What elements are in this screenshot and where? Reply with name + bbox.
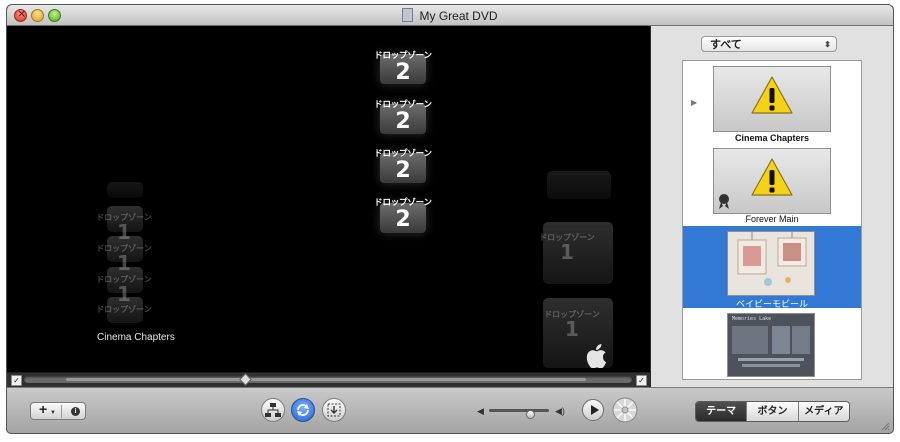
dropzone-edit-icon xyxy=(327,403,341,417)
theme-name: Forever Main xyxy=(745,214,799,224)
tab-media[interactable]: メディア xyxy=(797,402,849,421)
theme-item[interactable]: ▶ Cinema Chapters xyxy=(683,61,861,143)
window-title-wrap: My Great DVD xyxy=(7,8,893,23)
ghost-drop-zone: ドロップゾーン 1 xyxy=(79,243,169,275)
theme-filter-value: すべて xyxy=(710,39,742,51)
panel-tab-group: テーマ ボタン メディア xyxy=(695,401,850,422)
ghost-drop-zone-number: 1 xyxy=(117,282,131,306)
ghost-drop-zone-tile xyxy=(547,171,611,199)
drop-zone-number: 2 xyxy=(395,60,411,85)
app-window: My Great DVD ドロップゾーン 1 ドロップゾーン 1 ドロップゾーン… xyxy=(7,5,893,433)
select-arrows-icon: ⬍ xyxy=(824,40,831,49)
disclosure-triangle-icon[interactable]: ▶ xyxy=(691,98,697,107)
theme-list[interactable]: ▶ Cinema Chapters Forever Main ベイビーモビール … xyxy=(682,60,862,380)
ghost-drop-zone-label: ドロップゾーン xyxy=(96,305,152,314)
ghost-drop-zone-tile xyxy=(107,182,143,198)
volume-control: ◀ ◀) xyxy=(477,404,573,419)
bottom-toolbar: + ▼ i ◀ ◀) テーマ ボタン メディア xyxy=(7,387,893,433)
window-title: My Great DVD xyxy=(419,9,498,23)
info-button[interactable]: i xyxy=(71,407,80,416)
memories-lake-preview xyxy=(728,314,814,376)
loop-arrows-icon xyxy=(297,404,309,416)
theme-sidebar: すべて ⬍ ▶ Cinema Chapters Forever Main ベイビ… xyxy=(650,26,893,387)
hierarchy-icon xyxy=(265,403,281,417)
theme-filter-select[interactable]: すべて ⬍ xyxy=(701,36,837,52)
drop-zone-number: 2 xyxy=(395,158,411,183)
ghost-drop-zone-number: 1 xyxy=(117,220,131,244)
thumbnail-caption: Memories Lake xyxy=(732,316,772,322)
warning-icon xyxy=(751,158,793,196)
ghost-drop-zone: ドロップゾーン xyxy=(79,304,169,315)
award-ribbon-icon xyxy=(719,194,729,209)
drop-zone[interactable]: ドロップゾーン 2 xyxy=(363,98,443,133)
timeline-track[interactable] xyxy=(24,373,632,386)
apple-logo-icon xyxy=(586,344,607,368)
theme-item[interactable]: Forever Main xyxy=(683,143,861,225)
end-checkbox[interactable]: ✓ xyxy=(636,375,647,386)
ghost-drop-zone-number: 1 xyxy=(117,251,131,275)
burn-disc-icon[interactable] xyxy=(611,396,639,424)
theme-name: Cinema Chapters xyxy=(734,133,810,143)
motion-toggle-button[interactable] xyxy=(291,398,315,422)
timeline-range xyxy=(66,378,586,381)
document-icon xyxy=(402,8,414,22)
timeline-bar: ✓ ✓ xyxy=(7,372,650,388)
theme-thumbnail xyxy=(713,148,831,214)
drop-zone[interactable]: ドロップゾーン 2 xyxy=(363,196,443,231)
playhead-handle[interactable] xyxy=(239,373,252,386)
volume-low-icon: ◀ xyxy=(477,406,484,416)
tab-themes[interactable]: テーマ xyxy=(696,402,747,421)
resize-grip-icon[interactable] xyxy=(880,421,890,431)
drop-zone-button[interactable] xyxy=(322,398,346,422)
volume-high-icon: ◀) xyxy=(555,406,565,416)
ghost-drop-zone: ドロップゾーン 1 xyxy=(79,212,169,244)
theme-thumbnail xyxy=(727,231,815,296)
map-view-button[interactable] xyxy=(261,398,285,422)
ghost-drop-zone-number: 1 xyxy=(560,240,574,264)
menu-title[interactable]: Cinema Chapters xyxy=(97,332,175,343)
ghost-drop-zone-number: 1 xyxy=(565,317,579,341)
theme-thumbnail: Memories Lake xyxy=(727,313,815,377)
warning-icon xyxy=(751,76,793,114)
drop-zone[interactable]: ドロップゾーン 2 xyxy=(363,147,443,182)
start-checkbox[interactable]: ✓ xyxy=(11,375,22,386)
volume-knob[interactable] xyxy=(526,410,535,419)
ghost-drop-zone: ドロップゾーン 1 xyxy=(537,232,597,264)
drop-zone-number: 2 xyxy=(395,207,411,232)
add-info-button-group: + ▼ i xyxy=(30,401,86,420)
ghost-drop-zone: ドロップゾーン 1 xyxy=(79,274,169,306)
add-menu-caret-icon[interactable]: ▼ xyxy=(50,410,56,416)
title-bar: My Great DVD xyxy=(7,5,893,26)
theme-item[interactable]: Memories Lake xyxy=(683,308,861,379)
theme-thumbnail xyxy=(713,66,831,132)
drop-zone-number: 2 xyxy=(395,109,411,134)
divider xyxy=(61,405,62,418)
drop-zone[interactable]: ドロップゾーン 2 xyxy=(363,49,443,84)
theme-item-selected[interactable]: ベイビーモビール xyxy=(683,226,861,309)
menu-preview-stage[interactable]: ドロップゾーン 1 ドロップゾーン 1 ドロップゾーン 1 ドロップゾーン 1 … xyxy=(7,26,650,372)
volume-slider[interactable] xyxy=(489,409,549,419)
play-preview-button[interactable] xyxy=(582,399,604,421)
add-button[interactable]: + xyxy=(39,401,47,417)
tab-buttons[interactable]: ボタン xyxy=(746,402,798,421)
ghost-drop-zone: ドロップゾーン 1 xyxy=(537,309,607,341)
baby-mobile-preview xyxy=(728,232,814,295)
